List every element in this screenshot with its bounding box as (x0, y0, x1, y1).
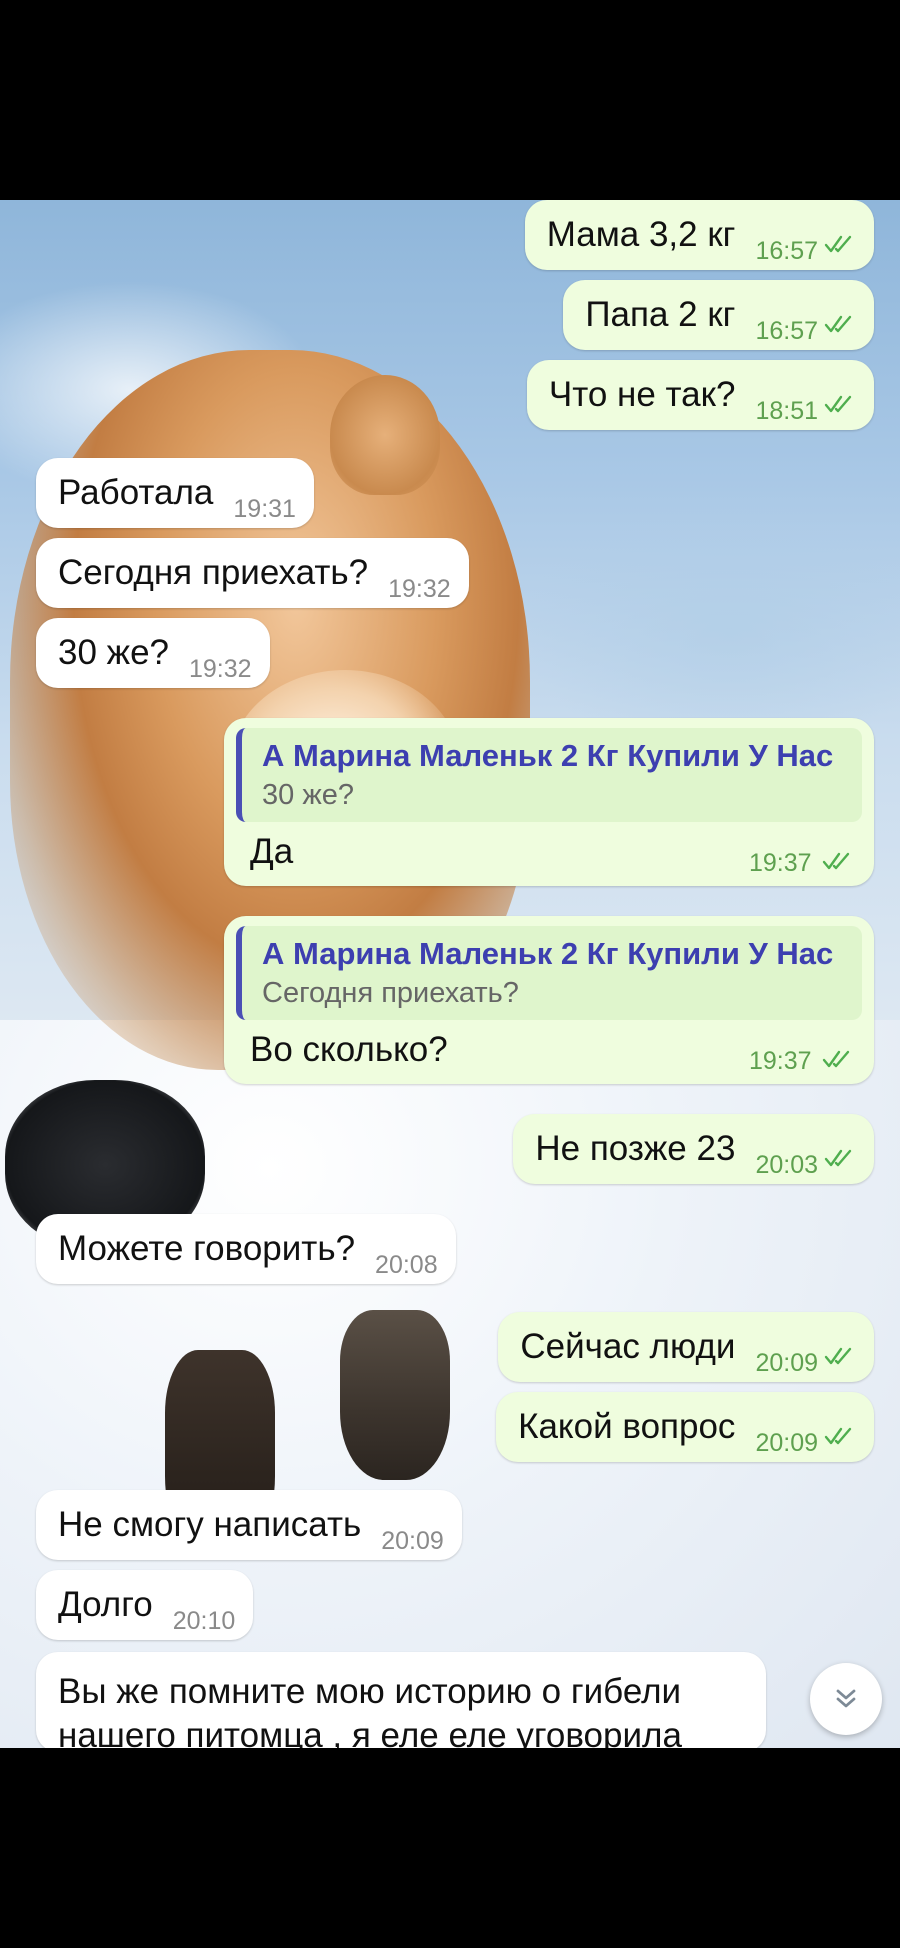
message-bubble-incoming[interactable]: Не смогу написать 20:09 (36, 1490, 462, 1560)
message-bubble-outgoing[interactable]: Не позже 23 20:03 (513, 1114, 874, 1184)
message-time: 19:37 (748, 1047, 812, 1075)
message-time: 20:09 (755, 1429, 818, 1457)
message-bubble-incoming[interactable]: Сегодня приехать? 19:32 (36, 538, 469, 608)
message-bubble-incoming[interactable]: Можете говорить? 20:08 (36, 1214, 456, 1284)
message-bubble-outgoing[interactable]: Мама 3,2 кг 16:57 (524, 200, 874, 270)
message-text: Сейчас люди (520, 1327, 736, 1366)
wallpaper-dog-ear (330, 375, 440, 495)
message-text: Не позже 23 (535, 1129, 736, 1168)
message-text: Не смогу написать (58, 1505, 362, 1544)
double-check-icon (824, 235, 852, 253)
message-bubble-incoming[interactable]: 30 же? 19:32 (36, 618, 270, 688)
message-time: 19:37 (748, 849, 812, 877)
message-bubble-incoming[interactable]: Вы же помните мою историю о гибели нашег… (36, 1652, 766, 1748)
message-bubble-outgoing[interactable]: Что не так? 18:51 (526, 360, 874, 430)
message-bubble-outgoing[interactable]: Какой вопрос 20:09 (496, 1392, 874, 1462)
message-text: Долго (58, 1585, 153, 1624)
reply-quote[interactable]: А Марина Маленьк 2 Кг Купили У Нас 30 же… (236, 728, 862, 822)
double-check-icon (822, 852, 850, 869)
double-check-icon (824, 395, 852, 413)
message-text: Можете говорить? (58, 1229, 356, 1268)
message-text: Мама 3,2 кг (546, 215, 736, 254)
message-bubble-outgoing-reply[interactable]: А Марина Маленьк 2 Кг Купили У Нас 30 же… (224, 718, 874, 886)
message-bubble-outgoing[interactable]: Папа 2 кг 16:57 (563, 280, 874, 350)
double-check-icon (824, 315, 852, 333)
message-time: 20:10 (172, 1607, 236, 1635)
message-text: Во сколько? (250, 1030, 448, 1069)
message-time: 16:57 (755, 237, 818, 265)
wallpaper-dog-boot (340, 1310, 450, 1480)
message-text: Сегодня приехать? (58, 553, 369, 592)
message-time: 19:32 (388, 575, 451, 603)
chevron-double-down-icon (836, 1689, 856, 1708)
message-time: 20:09 (381, 1527, 444, 1555)
message-text: Работала (58, 473, 214, 512)
message-time: 20:08 (375, 1251, 438, 1279)
message-bubble-incoming[interactable]: Работала 19:31 (36, 458, 314, 528)
message-text: Что не так? (548, 375, 736, 414)
double-check-icon (824, 1149, 852, 1167)
message-text: Папа 2 кг (585, 295, 736, 334)
message-time: 20:03 (755, 1151, 818, 1179)
double-check-icon (824, 1347, 852, 1365)
message-time: 19:31 (233, 495, 296, 523)
message-text: 30 же? (58, 633, 169, 672)
reply-quote-author: А Марина Маленьк 2 Кг Купили У Нас (262, 738, 834, 773)
message-time: 20:09 (755, 1349, 818, 1377)
message-time: 18:51 (755, 397, 818, 425)
message-text: Вы же помните мою историю о гибели нашег… (58, 1672, 682, 1748)
double-check-icon (822, 1050, 850, 1067)
chat-area[interactable]: Мама 3,2 кг 16:57 Папа 2 кг 16:57 Что не… (0, 200, 900, 1748)
reply-quote-author: А Марина Маленьк 2 Кг Купили У Нас (262, 936, 834, 971)
message-time: 16:57 (755, 317, 818, 345)
message-bubble-incoming[interactable]: Долго 20:10 (36, 1570, 254, 1640)
double-check-icon (824, 1427, 852, 1445)
reply-quote-text: Сегодня приехать? (262, 977, 519, 1009)
message-time: 19:32 (189, 655, 252, 683)
reply-quote-text: 30 же? (262, 779, 354, 811)
message-bubble-outgoing-reply[interactable]: А Марина Маленьк 2 Кг Купили У Нас Сегод… (224, 916, 874, 1084)
message-text: Какой вопрос (518, 1407, 736, 1446)
message-text: Да (250, 832, 294, 871)
message-bubble-outgoing[interactable]: Сейчас люди 20:09 (498, 1312, 874, 1382)
scroll-to-bottom-button[interactable] (810, 1663, 882, 1735)
reply-quote[interactable]: А Марина Маленьк 2 Кг Купили У Нас Сегод… (236, 926, 862, 1020)
